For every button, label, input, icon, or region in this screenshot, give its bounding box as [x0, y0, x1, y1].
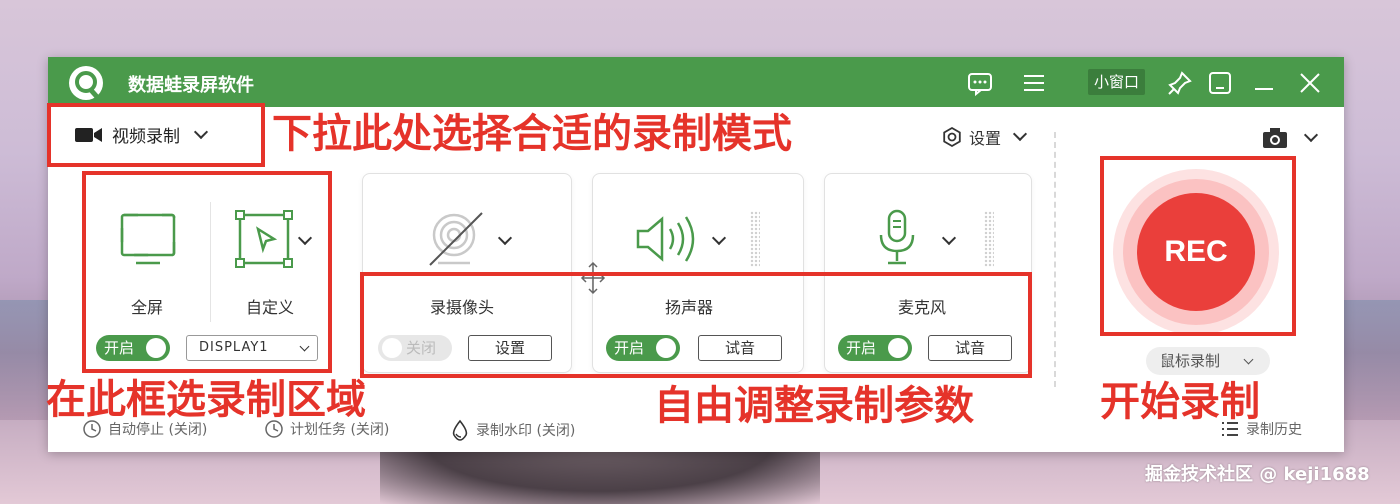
region-hint-text: 在此框选录制区域 [46, 377, 366, 423]
chevron-down-icon [1012, 126, 1028, 142]
watermark-label: 录制水印 (关闭) [476, 423, 576, 439]
microphone-icon[interactable] [874, 207, 920, 267]
params-hint-text: 自由调整录制参数 [654, 383, 974, 429]
float-window-icon[interactable] [1206, 69, 1234, 97]
screenshot-dropdown[interactable] [1262, 127, 1319, 149]
small-window-button[interactable]: 小窗口 [1088, 69, 1146, 95]
close-icon[interactable] [1296, 69, 1324, 97]
snapshot-camera-icon [1263, 128, 1287, 148]
speaker-icon[interactable] [634, 211, 700, 267]
microphone-volume-meter [984, 211, 994, 267]
region-highlight-box [82, 171, 332, 373]
pin-icon[interactable] [1166, 69, 1194, 97]
title-bar: 数据蛙录屏软件 小窗口 [48, 57, 1344, 107]
app-logo-icon [69, 66, 103, 100]
mouse-record-dropdown[interactable]: 鼠标录制 [1146, 347, 1270, 375]
webcam-off-icon[interactable] [424, 209, 488, 269]
app-title: 数据蛙录屏软件 [128, 75, 254, 96]
chevron-down-icon [1303, 127, 1319, 143]
section-divider [1054, 132, 1056, 387]
menu-icon[interactable] [1020, 69, 1048, 97]
gear-icon [943, 126, 961, 148]
rec-highlight-box [1100, 156, 1296, 336]
start-hint-text: 开始录制 [1100, 379, 1260, 425]
source-watermark: 掘金技术社区 @ keji1688 [1145, 464, 1370, 485]
params-highlight-box [360, 272, 1032, 378]
mode-hint-text: 下拉此处选择合适的录制模式 [272, 111, 792, 157]
minimize-icon[interactable] [1250, 69, 1278, 97]
feedback-icon[interactable] [966, 69, 994, 97]
watermark-option[interactable]: 录制水印 (关闭) [450, 419, 575, 441]
mode-highlight-box [47, 103, 265, 167]
settings-dropdown[interactable]: 设置 [941, 125, 1028, 149]
water-drop-icon [452, 419, 468, 441]
speaker-volume-meter [750, 211, 760, 267]
settings-label: 设置 [969, 129, 1002, 148]
